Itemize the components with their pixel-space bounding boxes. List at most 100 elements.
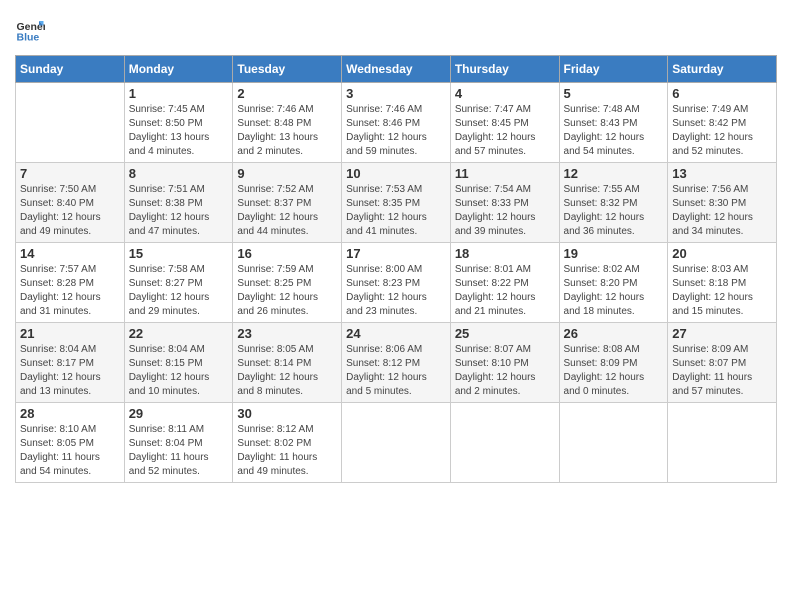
day-number: 24 <box>346 326 446 341</box>
logo-icon: General Blue <box>15 15 45 45</box>
header-cell-saturday: Saturday <box>668 56 777 83</box>
day-cell: 17 Sunrise: 8:00 AM Sunset: 8:23 PM Dayli… <box>342 243 451 323</box>
week-row: 21Sunrise: 8:04 AM Sunset: 8:17 PM Dayli… <box>16 323 777 403</box>
day-cell: 22Sunrise: 8:04 AM Sunset: 8:15 PM Dayli… <box>124 323 233 403</box>
day-number: 19 <box>564 246 664 261</box>
day-number: 10 <box>346 166 446 181</box>
day-cell: 12 Sunrise: 7:55 AM Sunset: 8:32 PM Dayli… <box>559 163 668 243</box>
day-cell: 15 Sunrise: 7:58 AM Sunset: 8:27 PM Dayli… <box>124 243 233 323</box>
header-cell-monday: Monday <box>124 56 233 83</box>
day-cell: 23 Sunrise: 8:05 AM Sunset: 8:14 PM Dayli… <box>233 323 342 403</box>
day-number: 26 <box>564 326 664 341</box>
day-info: Sunrise: 7:54 AM Sunset: 8:33 PM Dayligh… <box>455 183 555 239</box>
day-cell <box>450 403 559 483</box>
day-info: Sunrise: 7:51 AM Sunset: 8:38 PM Dayligh… <box>129 183 229 239</box>
day-number: 12 <box>564 166 664 181</box>
day-cell: 18 Sunrise: 8:01 AM Sunset: 8:22 PM Dayli… <box>450 243 559 323</box>
day-cell: 25 Sunrise: 8:07 AM Sunset: 8:10 PM Dayli… <box>450 323 559 403</box>
day-cell: 1 Sunrise: 7:45 AM Sunset: 8:50 PM Daylig… <box>124 83 233 163</box>
week-row: 14Sunrise: 7:57 AM Sunset: 8:28 PM Dayli… <box>16 243 777 323</box>
day-info: Sunrise: 8:02 AM Sunset: 8:20 PM Dayligh… <box>564 263 664 319</box>
day-number: 15 <box>129 246 229 261</box>
day-info: Sunrise: 7:58 AM Sunset: 8:27 PM Dayligh… <box>129 263 229 319</box>
day-cell: 11 Sunrise: 7:54 AM Sunset: 8:33 PM Dayli… <box>450 163 559 243</box>
day-cell <box>342 403 451 483</box>
day-info: Sunrise: 8:12 AM Sunset: 8:02 PM Dayligh… <box>237 423 337 479</box>
day-info: Sunrise: 7:46 AM Sunset: 8:46 PM Dayligh… <box>346 103 446 159</box>
day-info: Sunrise: 7:57 AM Sunset: 8:28 PM Dayligh… <box>20 263 120 319</box>
svg-text:Blue: Blue <box>17 32 40 44</box>
day-info: Sunrise: 7:49 AM Sunset: 8:42 PM Dayligh… <box>672 103 772 159</box>
day-cell: 4 Sunrise: 7:47 AM Sunset: 8:45 PM Daylig… <box>450 83 559 163</box>
day-cell: 2 Sunrise: 7:46 AM Sunset: 8:48 PM Daylig… <box>233 83 342 163</box>
day-info: Sunrise: 7:46 AM Sunset: 8:48 PM Dayligh… <box>237 103 337 159</box>
day-info: Sunrise: 8:03 AM Sunset: 8:18 PM Dayligh… <box>672 263 772 319</box>
day-cell: 10 Sunrise: 7:53 AM Sunset: 8:35 PM Dayli… <box>342 163 451 243</box>
day-info: Sunrise: 7:50 AM Sunset: 8:40 PM Dayligh… <box>20 183 120 239</box>
day-info: Sunrise: 7:55 AM Sunset: 8:32 PM Dayligh… <box>564 183 664 239</box>
day-number: 11 <box>455 166 555 181</box>
day-info: Sunrise: 8:10 AM Sunset: 8:05 PM Dayligh… <box>20 423 120 479</box>
day-info: Sunrise: 8:11 AM Sunset: 8:04 PM Dayligh… <box>129 423 229 479</box>
day-number: 13 <box>672 166 772 181</box>
day-info: Sunrise: 8:06 AM Sunset: 8:12 PM Dayligh… <box>346 343 446 399</box>
week-row: 1 Sunrise: 7:45 AM Sunset: 8:50 PM Daylig… <box>16 83 777 163</box>
week-row: 28 Sunrise: 8:10 AM Sunset: 8:05 PM Dayli… <box>16 403 777 483</box>
day-cell: 19 Sunrise: 8:02 AM Sunset: 8:20 PM Dayli… <box>559 243 668 323</box>
header-cell-wednesday: Wednesday <box>342 56 451 83</box>
week-row: 7 Sunrise: 7:50 AM Sunset: 8:40 PM Daylig… <box>16 163 777 243</box>
day-number: 3 <box>346 86 446 101</box>
day-number: 21 <box>20 326 120 341</box>
day-cell: 26 Sunrise: 8:08 AM Sunset: 8:09 PM Dayli… <box>559 323 668 403</box>
day-number: 7 <box>20 166 120 181</box>
day-number: 28 <box>20 406 120 421</box>
day-cell: 27Sunrise: 8:09 AM Sunset: 8:07 PM Dayli… <box>668 323 777 403</box>
day-info: Sunrise: 7:53 AM Sunset: 8:35 PM Dayligh… <box>346 183 446 239</box>
day-cell: 21Sunrise: 8:04 AM Sunset: 8:17 PM Dayli… <box>16 323 125 403</box>
day-number: 9 <box>237 166 337 181</box>
day-info: Sunrise: 7:47 AM Sunset: 8:45 PM Dayligh… <box>455 103 555 159</box>
day-cell: 16 Sunrise: 7:59 AM Sunset: 8:25 PM Dayli… <box>233 243 342 323</box>
logo: General Blue <box>15 15 49 45</box>
day-info: Sunrise: 7:56 AM Sunset: 8:30 PM Dayligh… <box>672 183 772 239</box>
day-number: 4 <box>455 86 555 101</box>
day-cell: 20 Sunrise: 8:03 AM Sunset: 8:18 PM Dayli… <box>668 243 777 323</box>
day-info: Sunrise: 8:01 AM Sunset: 8:22 PM Dayligh… <box>455 263 555 319</box>
day-info: Sunrise: 7:52 AM Sunset: 8:37 PM Dayligh… <box>237 183 337 239</box>
day-number: 17 <box>346 246 446 261</box>
day-cell <box>16 83 125 163</box>
day-cell: 24 Sunrise: 8:06 AM Sunset: 8:12 PM Dayli… <box>342 323 451 403</box>
day-number: 8 <box>129 166 229 181</box>
day-cell <box>559 403 668 483</box>
day-cell: 8 Sunrise: 7:51 AM Sunset: 8:38 PM Daylig… <box>124 163 233 243</box>
day-number: 1 <box>129 86 229 101</box>
day-info: Sunrise: 8:08 AM Sunset: 8:09 PM Dayligh… <box>564 343 664 399</box>
calendar-table: SundayMondayTuesdayWednesdayThursdayFrid… <box>15 55 777 483</box>
day-info: Sunrise: 8:00 AM Sunset: 8:23 PM Dayligh… <box>346 263 446 319</box>
header-cell-tuesday: Tuesday <box>233 56 342 83</box>
day-cell: 9 Sunrise: 7:52 AM Sunset: 8:37 PM Daylig… <box>233 163 342 243</box>
day-info: Sunrise: 8:05 AM Sunset: 8:14 PM Dayligh… <box>237 343 337 399</box>
day-number: 5 <box>564 86 664 101</box>
header-row: SundayMondayTuesdayWednesdayThursdayFrid… <box>16 56 777 83</box>
day-number: 18 <box>455 246 555 261</box>
day-cell: 7 Sunrise: 7:50 AM Sunset: 8:40 PM Daylig… <box>16 163 125 243</box>
day-number: 29 <box>129 406 229 421</box>
day-number: 20 <box>672 246 772 261</box>
header-cell-friday: Friday <box>559 56 668 83</box>
day-cell: 14Sunrise: 7:57 AM Sunset: 8:28 PM Dayli… <box>16 243 125 323</box>
header-cell-sunday: Sunday <box>16 56 125 83</box>
day-info: Sunrise: 8:04 AM Sunset: 8:15 PM Dayligh… <box>129 343 229 399</box>
day-number: 23 <box>237 326 337 341</box>
day-number: 2 <box>237 86 337 101</box>
day-info: Sunrise: 8:07 AM Sunset: 8:10 PM Dayligh… <box>455 343 555 399</box>
day-number: 16 <box>237 246 337 261</box>
day-info: Sunrise: 7:45 AM Sunset: 8:50 PM Dayligh… <box>129 103 229 159</box>
day-number: 25 <box>455 326 555 341</box>
day-cell: 13 Sunrise: 7:56 AM Sunset: 8:30 PM Dayli… <box>668 163 777 243</box>
header: General Blue <box>15 15 777 45</box>
header-cell-thursday: Thursday <box>450 56 559 83</box>
day-cell: 3 Sunrise: 7:46 AM Sunset: 8:46 PM Daylig… <box>342 83 451 163</box>
day-number: 27 <box>672 326 772 341</box>
day-info: Sunrise: 7:59 AM Sunset: 8:25 PM Dayligh… <box>237 263 337 319</box>
